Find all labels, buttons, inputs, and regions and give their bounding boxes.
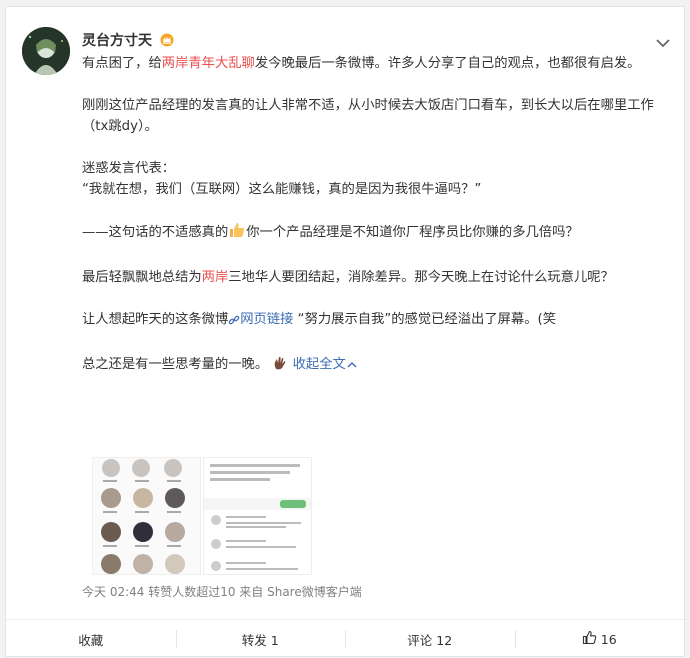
weibo-post-card: 灵台方寸天 有点困了，给两岸青年大乱聊发今晚最后一条微博。许多人分享了自己的观点… — [5, 6, 685, 657]
chevron-up-icon — [346, 357, 358, 378]
like-count[interactable]: 16 — [601, 632, 617, 647]
waving-hand-icon — [272, 355, 288, 378]
link-icon — [228, 312, 240, 333]
text: 最后轻飘飘地总结为 — [82, 270, 202, 285]
chevron-down-icon[interactable] — [656, 33, 670, 52]
repost-button[interactable]: 转发 1 — [175, 620, 346, 658]
collapse-label[interactable]: 收起全文 — [293, 357, 346, 372]
text: 发今晚最后一条微博。许多人分享了自己的观点，也都很有启发。 — [254, 56, 641, 71]
web-link-label[interactable]: 网页链接 — [240, 312, 293, 327]
post-image-thumbnail[interactable] — [92, 457, 201, 575]
text: “努力展示自我”的感觉已经溢出了屏幕。(笑 — [293, 312, 556, 327]
thumbs-up-icon — [228, 221, 246, 246]
paragraph-2: 刚刚这位产品经理的发言真的让人非常不适，从小时候去大饭店门口看车，到长大以后在哪… — [82, 95, 662, 137]
username[interactable]: 灵台方寸天 — [82, 30, 174, 51]
web-link[interactable]: 网页链接 — [228, 312, 293, 327]
topic-link[interactable]: 两岸 — [202, 270, 229, 285]
text: 三地华人要团结起，消除差异。那今天晚上在讨论什么玩意儿呢？ — [228, 270, 614, 285]
text: 有点困了，给 — [82, 56, 162, 71]
text: 迷惑发言代表： — [82, 161, 176, 176]
collapse-text-button[interactable]: 收起全文 — [293, 357, 358, 372]
quote-text: “我就在想，我们（互联网）这么能赚钱，真的是因为我很牛逼吗？” — [82, 182, 482, 197]
like-button[interactable]: 16 — [514, 620, 685, 658]
paragraph-4: ——这句话的不适感真的 你一个产品经理是不知道你厂程序员比你赚的多几倍吗？ — [82, 221, 662, 246]
avatar[interactable] — [22, 27, 70, 75]
post-image-thumbnail[interactable] — [203, 457, 312, 575]
repost-label[interactable]: 转发 1 — [242, 630, 279, 649]
paragraph-5: 最后轻飘飘地总结为两岸三地华人要团结起，消除差异。那今天晚上在讨论什么玩意儿呢？ — [82, 267, 662, 288]
paragraph-6: 让人想起昨天的这条微博 网页链接 “努力展示自我”的感觉已经溢出了屏幕。(笑 — [82, 309, 662, 333]
text: ——这句话的不适感真的 — [82, 225, 229, 240]
paragraph-3: 迷惑发言代表： “我就在想，我们（互联网）这么能赚钱，真的是因为我很牛逼吗？” — [82, 158, 662, 200]
post-content: 有点困了，给两岸青年大乱聊发今晚最后一条微博。许多人分享了自己的观点，也都很有启… — [82, 53, 662, 378]
image-gallery — [92, 457, 312, 575]
text: 刚刚这位产品经理的发言真的让人非常不适，从小时候去大饭店门口看车，到长大以后在哪… — [82, 98, 654, 134]
paragraph-1: 有点困了，给两岸青年大乱聊发今晚最后一条微博。许多人分享了自己的观点，也都很有启… — [82, 53, 662, 74]
topic-link[interactable]: 两岸青年大乱聊 — [162, 56, 255, 71]
favorite-button[interactable]: 收藏 — [6, 620, 176, 658]
paragraph-7: 总之还是有一些思考量的一晚。 收起全文 — [82, 354, 662, 378]
comment-button[interactable]: 评论 12 — [345, 620, 515, 658]
username-text[interactable]: 灵台方寸天 — [82, 33, 152, 49]
text: 总之还是有一些思考量的一晚。 — [82, 357, 269, 372]
text: 让人想起昨天的这条微博 — [82, 312, 229, 327]
action-bar: 收藏 转发 1 评论 12 16 — [6, 620, 684, 658]
comment-label[interactable]: 评论 12 — [407, 630, 452, 649]
favorite-label[interactable]: 收藏 — [78, 630, 103, 649]
post-meta: 今天 02:44 转赞人数超过10 来自 Share微博客户端 — [82, 585, 362, 599]
crown-icon — [160, 33, 174, 51]
thumbs-up-icon — [582, 630, 597, 648]
text: 你一个产品经理是不知道你厂程序员比你赚的多几倍吗？ — [246, 225, 579, 240]
